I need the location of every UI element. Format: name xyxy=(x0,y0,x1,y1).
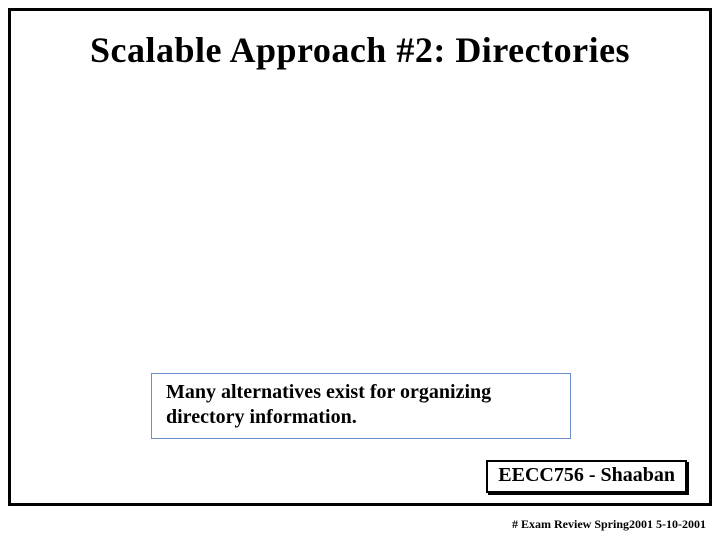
slide-title: Scalable Approach #2: Directories xyxy=(11,29,709,71)
course-label-box: EECC756 - Shaaban xyxy=(486,460,687,493)
note-box: Many alternatives exist for organizing d… xyxy=(151,373,571,439)
footer-line: # Exam Review Spring2001 5-10-2001 xyxy=(512,517,706,532)
slide-frame: Scalable Approach #2: Directories Many a… xyxy=(8,8,712,506)
